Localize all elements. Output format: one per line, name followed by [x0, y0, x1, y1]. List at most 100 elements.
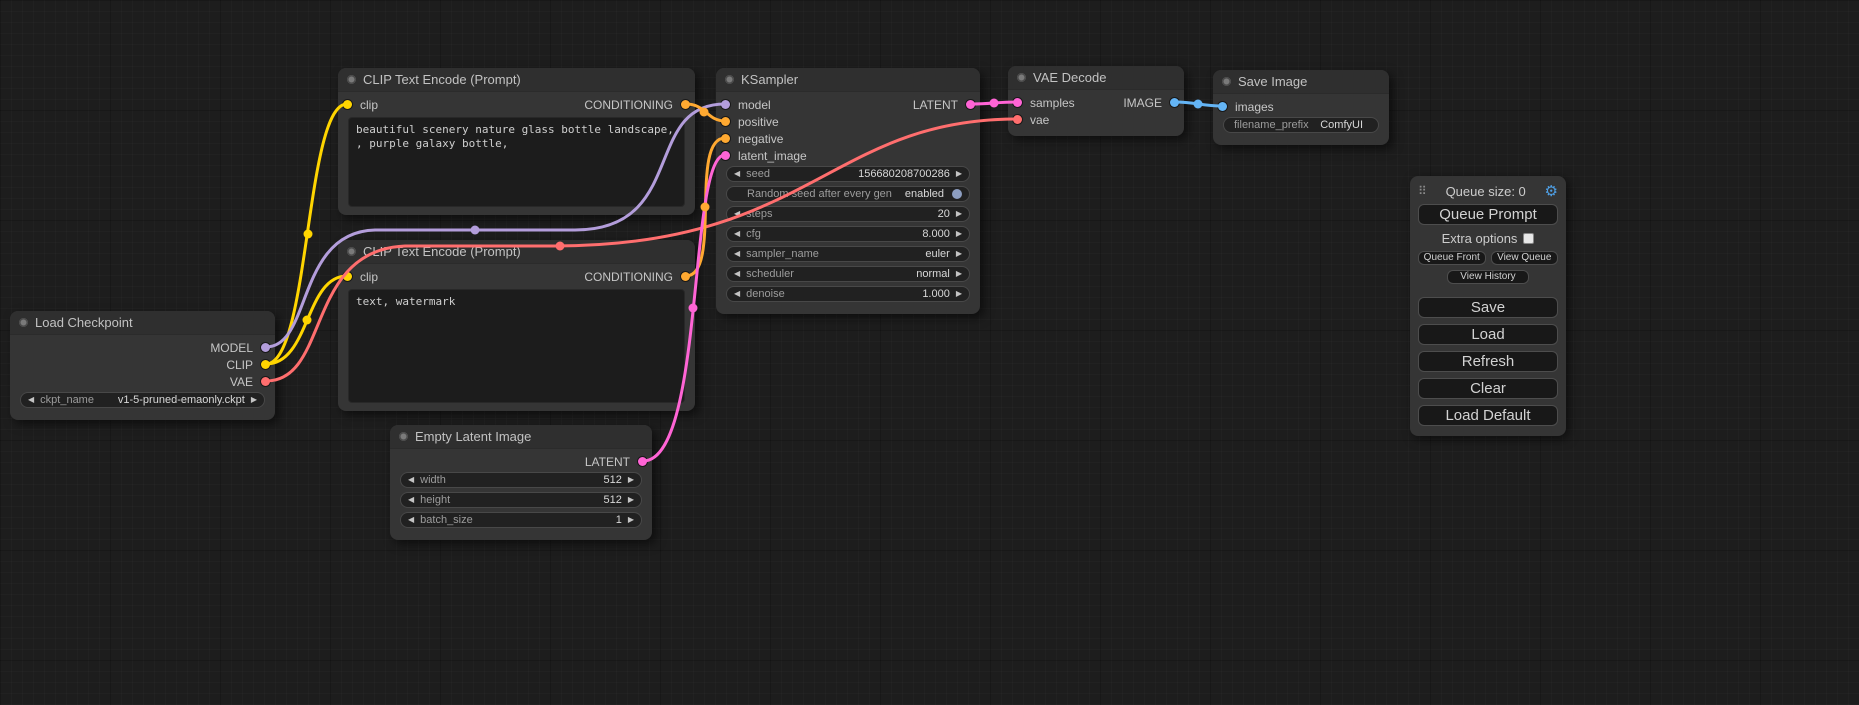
widget-random-seed-toggle[interactable]: Random seed after every gen enabled [726, 186, 970, 202]
output-port-latent[interactable] [638, 457, 647, 466]
link-midpoint-dot[interactable] [701, 203, 710, 212]
collapse-dot-icon[interactable] [1222, 77, 1231, 86]
refresh-button[interactable]: Refresh [1418, 351, 1558, 372]
output-label-latent: LATENT [913, 98, 958, 112]
node-title-bar[interactable]: KSampler [716, 68, 980, 92]
node-title-bar[interactable]: Empty Latent Image [390, 425, 652, 449]
node-save-image[interactable]: Save Image images filename_prefix ComfyU… [1213, 70, 1389, 145]
link-midpoint-dot[interactable] [471, 226, 480, 235]
view-history-button[interactable]: View History [1447, 270, 1528, 284]
queue-front-button[interactable]: Queue Front [1418, 251, 1486, 265]
widget-label: height [420, 494, 450, 506]
node-vae-decode[interactable]: VAE Decode samples IMAGE vae [1008, 66, 1184, 136]
queue-prompt-button[interactable]: Queue Prompt [1418, 204, 1558, 225]
drag-handle-icon[interactable]: ⠿ [1418, 184, 1427, 198]
node-title-bar[interactable]: Load Checkpoint [10, 311, 275, 335]
input-port-clip[interactable] [343, 100, 352, 109]
load-button[interactable]: Load [1418, 324, 1558, 345]
widget-denoise[interactable]: ◀ denoise 1.000 ▶ [726, 286, 970, 302]
output-port-clip[interactable] [261, 360, 270, 369]
arrow-left-icon[interactable]: ◀ [408, 476, 414, 484]
widget-seed[interactable]: ◀ seed 156680208700286 ▶ [726, 166, 970, 182]
widget-batch-size[interactable]: ◀ batch_size 1 ▶ [400, 512, 642, 528]
settings-gear-icon[interactable]: ⚙ [1545, 184, 1558, 199]
arrow-right-icon[interactable]: ▶ [956, 290, 962, 298]
arrow-right-icon[interactable]: ▶ [628, 516, 634, 524]
collapse-dot-icon[interactable] [725, 75, 734, 84]
collapse-dot-icon[interactable] [347, 247, 356, 256]
input-port-clip[interactable] [343, 272, 352, 281]
output-port-latent[interactable] [966, 100, 975, 109]
widget-scheduler[interactable]: ◀ scheduler normal ▶ [726, 266, 970, 282]
link-midpoint-dot[interactable] [304, 230, 313, 239]
node-clip-text-encode-positive[interactable]: CLIP Text Encode (Prompt) clip CONDITION… [338, 68, 695, 215]
arrow-right-icon[interactable]: ▶ [956, 270, 962, 278]
view-queue-button[interactable]: View Queue [1491, 251, 1559, 265]
widget-ckpt-name[interactable]: ◀ ckpt_name v1-5-pruned-emaonly.ckpt ▶ [20, 392, 265, 408]
collapse-dot-icon[interactable] [1017, 73, 1026, 82]
output-port-vae[interactable] [261, 377, 270, 386]
arrow-left-icon[interactable]: ◀ [28, 396, 34, 404]
node-title: Empty Latent Image [415, 429, 531, 444]
arrow-left-icon[interactable]: ◀ [734, 250, 740, 258]
widget-steps[interactable]: ◀ steps 20 ▶ [726, 206, 970, 222]
save-button[interactable]: Save [1418, 297, 1558, 318]
arrow-right-icon[interactable]: ▶ [956, 210, 962, 218]
wire-checkpoint-clip-to-negative-clip[interactable] [266, 276, 347, 364]
input-port-positive[interactable] [721, 117, 730, 126]
node-title-bar[interactable]: CLIP Text Encode (Prompt) [338, 68, 695, 92]
node-empty-latent-image[interactable]: Empty Latent Image LATENT ◀ width 512 ▶ … [390, 425, 652, 540]
node-title-bar[interactable]: CLIP Text Encode (Prompt) [338, 240, 695, 264]
link-midpoint-dot[interactable] [990, 99, 999, 108]
widget-filename-prefix[interactable]: filename_prefix ComfyUI [1223, 117, 1379, 133]
output-port-conditioning[interactable] [681, 272, 690, 281]
collapse-dot-icon[interactable] [399, 432, 408, 441]
positive-prompt-textarea[interactable]: beautiful scenery nature glass bottle la… [348, 117, 685, 207]
input-port-samples[interactable] [1013, 98, 1022, 107]
link-midpoint-dot[interactable] [700, 108, 709, 117]
arrow-right-icon[interactable]: ▶ [251, 396, 257, 404]
arrow-left-icon[interactable]: ◀ [734, 210, 740, 218]
widget-value: 1 [616, 514, 622, 526]
input-port-negative[interactable] [721, 134, 730, 143]
widget-sampler-name[interactable]: ◀ sampler_name euler ▶ [726, 246, 970, 262]
arrow-left-icon[interactable]: ◀ [734, 230, 740, 238]
widget-height[interactable]: ◀ height 512 ▶ [400, 492, 642, 508]
arrow-left-icon[interactable]: ◀ [408, 516, 414, 524]
output-port-image[interactable] [1170, 98, 1179, 107]
arrow-left-icon[interactable]: ◀ [734, 290, 740, 298]
wire-checkpoint-clip-to-positive-clip[interactable] [266, 104, 347, 364]
arrow-left-icon[interactable]: ◀ [734, 170, 740, 178]
widget-cfg[interactable]: ◀ cfg 8.000 ▶ [726, 226, 970, 242]
input-port-model[interactable] [721, 100, 730, 109]
input-port-latent-image[interactable] [721, 151, 730, 160]
extra-options-checkbox[interactable] [1523, 233, 1534, 244]
node-title-bar[interactable]: Save Image [1213, 70, 1389, 94]
node-clip-text-encode-negative[interactable]: CLIP Text Encode (Prompt) clip CONDITION… [338, 240, 695, 411]
output-port-conditioning[interactable] [681, 100, 690, 109]
link-midpoint-dot[interactable] [1194, 100, 1203, 109]
node-load-checkpoint[interactable]: Load Checkpoint MODEL CLIP VAE [10, 311, 275, 420]
input-port-images[interactable] [1218, 102, 1227, 111]
arrow-right-icon[interactable]: ▶ [956, 250, 962, 258]
negative-prompt-textarea[interactable]: text, watermark [348, 289, 685, 403]
node-ksampler[interactable]: KSampler model LATENT positive [716, 68, 980, 314]
arrow-right-icon[interactable]: ▶ [956, 230, 962, 238]
link-midpoint-dot[interactable] [303, 316, 312, 325]
node-title-bar[interactable]: VAE Decode [1008, 66, 1184, 90]
arrow-right-icon[interactable]: ▶ [956, 170, 962, 178]
arrow-right-icon[interactable]: ▶ [628, 476, 634, 484]
output-label-image: IMAGE [1123, 96, 1162, 110]
output-port-model[interactable] [261, 343, 270, 352]
load-default-button[interactable]: Load Default [1418, 405, 1558, 426]
arrow-left-icon[interactable]: ◀ [734, 270, 740, 278]
collapse-dot-icon[interactable] [19, 318, 28, 327]
arrow-right-icon[interactable]: ▶ [628, 496, 634, 504]
widget-width[interactable]: ◀ width 512 ▶ [400, 472, 642, 488]
input-port-vae[interactable] [1013, 115, 1022, 124]
collapse-dot-icon[interactable] [347, 75, 356, 84]
node-graph-canvas[interactable]: Load Checkpoint MODEL CLIP VAE [0, 0, 1859, 705]
clear-button[interactable]: Clear [1418, 378, 1558, 399]
arrow-left-icon[interactable]: ◀ [408, 496, 414, 504]
toggle-knob-icon[interactable] [952, 189, 962, 199]
